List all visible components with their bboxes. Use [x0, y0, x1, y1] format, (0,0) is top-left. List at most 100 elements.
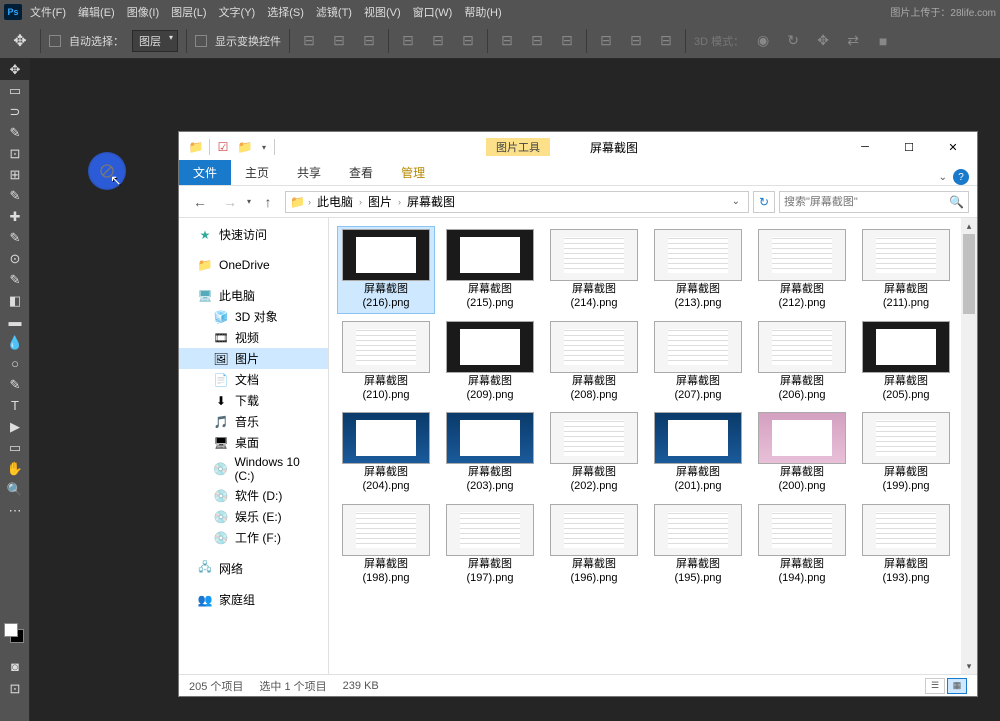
- close-button[interactable]: ✕: [931, 133, 975, 161]
- search-box[interactable]: 🔍: [779, 191, 969, 213]
- minimize-button[interactable]: ─: [843, 133, 887, 161]
- crumb-screenshots[interactable]: 屏幕截图: [405, 193, 457, 210]
- file-item[interactable]: 屏幕截图(213).png: [649, 226, 747, 314]
- file-item[interactable]: 屏幕截图(196).png: [545, 501, 643, 589]
- chevron-right-icon[interactable]: ›: [396, 197, 403, 207]
- file-item[interactable]: 屏幕截图(204).png: [337, 409, 435, 497]
- foreground-color-swatch[interactable]: [4, 623, 18, 637]
- scrollbar-thumb[interactable]: [963, 234, 975, 314]
- menu-item[interactable]: 帮助(H): [458, 2, 507, 22]
- auto-select-checkbox[interactable]: [49, 35, 61, 47]
- tab-home[interactable]: 主页: [231, 160, 283, 185]
- chevron-right-icon[interactable]: ›: [357, 197, 364, 207]
- file-item[interactable]: 屏幕截图(216).png: [337, 226, 435, 314]
- folder-icon[interactable]: 📁: [187, 138, 205, 156]
- explorer-titlebar[interactable]: 📁 ☑ 📁 ▾ 图片工具 屏幕截图 ─ ☐ ✕: [179, 132, 977, 162]
- help-icon[interactable]: ?: [953, 169, 969, 185]
- crop-tool[interactable]: ⊡: [0, 143, 30, 164]
- align-top-icon[interactable]: ⊟: [397, 30, 419, 52]
- align-right-icon[interactable]: ⊟: [358, 30, 380, 52]
- qat-save-icon[interactable]: ☑: [214, 138, 232, 156]
- show-transform-checkbox[interactable]: [195, 35, 207, 47]
- nav-thispc[interactable]: 🖥此电脑: [179, 285, 328, 306]
- tab-file[interactable]: 文件: [179, 160, 231, 185]
- crumb-pictures[interactable]: 图片: [366, 193, 394, 210]
- frame-tool[interactable]: ⊞: [0, 164, 30, 185]
- file-item[interactable]: 屏幕截图(214).png: [545, 226, 643, 314]
- gradient-tool[interactable]: ▬: [0, 311, 30, 332]
- layer-dropdown[interactable]: 图层: [132, 30, 178, 52]
- scroll-down-icon[interactable]: ▾: [961, 658, 977, 674]
- distribute-6-icon[interactable]: ⊟: [655, 30, 677, 52]
- nav-forward-button[interactable]: →: [217, 190, 243, 214]
- view-thumbnails-button[interactable]: ▦: [947, 678, 967, 694]
- file-item[interactable]: 屏幕截图(201).png: [649, 409, 747, 497]
- hand-tool[interactable]: ✋: [0, 458, 30, 479]
- menu-item[interactable]: 文件(F): [24, 2, 72, 22]
- file-item[interactable]: 屏幕截图(203).png: [441, 409, 539, 497]
- align-center-icon[interactable]: ⊟: [328, 30, 350, 52]
- file-item[interactable]: 屏幕截图(208).png: [545, 318, 643, 406]
- healing-tool[interactable]: ✚: [0, 206, 30, 227]
- brush-tool[interactable]: ✎: [0, 227, 30, 248]
- distribute-4-icon[interactable]: ⊟: [595, 30, 617, 52]
- file-item[interactable]: 屏幕截图(198).png: [337, 501, 435, 589]
- tab-manage[interactable]: 管理: [387, 160, 439, 185]
- eraser-tool[interactable]: ◧: [0, 290, 30, 311]
- nav-item[interactable]: 🧊3D 对象: [179, 306, 328, 327]
- crumb-thispc[interactable]: 此电脑: [315, 193, 355, 210]
- file-item[interactable]: 屏幕截图(195).png: [649, 501, 747, 589]
- move-tool[interactable]: ✥: [0, 59, 30, 80]
- nav-item[interactable]: 💿软件 (D:): [179, 485, 328, 506]
- nav-item[interactable]: 💿娱乐 (E:): [179, 506, 328, 527]
- address-bar[interactable]: 📁 › 此电脑 › 图片 › 屏幕截图 ⌄: [285, 191, 749, 213]
- nav-back-button[interactable]: ←: [187, 190, 213, 214]
- file-item[interactable]: 屏幕截图(209).png: [441, 318, 539, 406]
- address-dropdown-icon[interactable]: ⌄: [728, 196, 744, 207]
- history-brush-tool[interactable]: ✎: [0, 269, 30, 290]
- scroll-up-icon[interactable]: ▴: [961, 218, 977, 234]
- qat-folder-icon[interactable]: 📁: [236, 138, 254, 156]
- screen-mode-tool[interactable]: ⊡: [0, 678, 30, 699]
- explorer-content[interactable]: 屏幕截图(216).png屏幕截图(215).png屏幕截图(214).png屏…: [329, 218, 977, 674]
- qat-dropdown-icon[interactable]: ▾: [258, 143, 270, 152]
- edit-toolbar[interactable]: ⋯: [0, 500, 30, 521]
- file-item[interactable]: 屏幕截图(210).png: [337, 318, 435, 406]
- nav-item[interactable]: 🎞视频: [179, 327, 328, 348]
- file-item[interactable]: 屏幕截图(215).png: [441, 226, 539, 314]
- dodge-tool[interactable]: ○: [0, 353, 30, 374]
- menu-item[interactable]: 图层(L): [165, 2, 212, 22]
- tab-view[interactable]: 查看: [335, 160, 387, 185]
- nav-item[interactable]: ⬇下载: [179, 390, 328, 411]
- file-item[interactable]: 屏幕截图(202).png: [545, 409, 643, 497]
- nav-onedrive[interactable]: 📁OneDrive: [179, 255, 328, 275]
- file-item[interactable]: 屏幕截图(199).png: [857, 409, 955, 497]
- marquee-tool[interactable]: ▭: [0, 80, 30, 101]
- type-tool[interactable]: T: [0, 395, 30, 416]
- blur-tool[interactable]: 💧: [0, 332, 30, 353]
- file-item[interactable]: 屏幕截图(206).png: [753, 318, 851, 406]
- nav-item[interactable]: 🎵音乐: [179, 411, 328, 432]
- file-item[interactable]: 屏幕截图(205).png: [857, 318, 955, 406]
- maximize-button[interactable]: ☐: [887, 133, 931, 161]
- zoom-tool[interactable]: 🔍: [0, 479, 30, 500]
- file-item[interactable]: 屏幕截图(211).png: [857, 226, 955, 314]
- eyedropper-tool[interactable]: ✎: [0, 185, 30, 206]
- align-left-icon[interactable]: ⊟: [298, 30, 320, 52]
- menu-item[interactable]: 选择(S): [261, 2, 310, 22]
- menu-item[interactable]: 窗口(W): [407, 2, 459, 22]
- ribbon-expand-icon[interactable]: ⌄: [939, 172, 947, 183]
- file-item[interactable]: 屏幕截图(197).png: [441, 501, 539, 589]
- align-bottom-icon[interactable]: ⊟: [457, 30, 479, 52]
- nav-history-dropdown[interactable]: ▾: [247, 197, 251, 206]
- distribute-2-icon[interactable]: ⊟: [526, 30, 548, 52]
- search-input[interactable]: [784, 196, 949, 208]
- scrollbar[interactable]: ▴ ▾: [961, 218, 977, 674]
- chevron-right-icon[interactable]: ›: [306, 197, 313, 207]
- align-middle-icon[interactable]: ⊟: [427, 30, 449, 52]
- menu-item[interactable]: 编辑(E): [72, 2, 121, 22]
- path-select-tool[interactable]: ▶: [0, 416, 30, 437]
- menu-item[interactable]: 图像(I): [121, 2, 165, 22]
- clone-tool[interactable]: ⊙: [0, 248, 30, 269]
- pen-tool[interactable]: ✎: [0, 374, 30, 395]
